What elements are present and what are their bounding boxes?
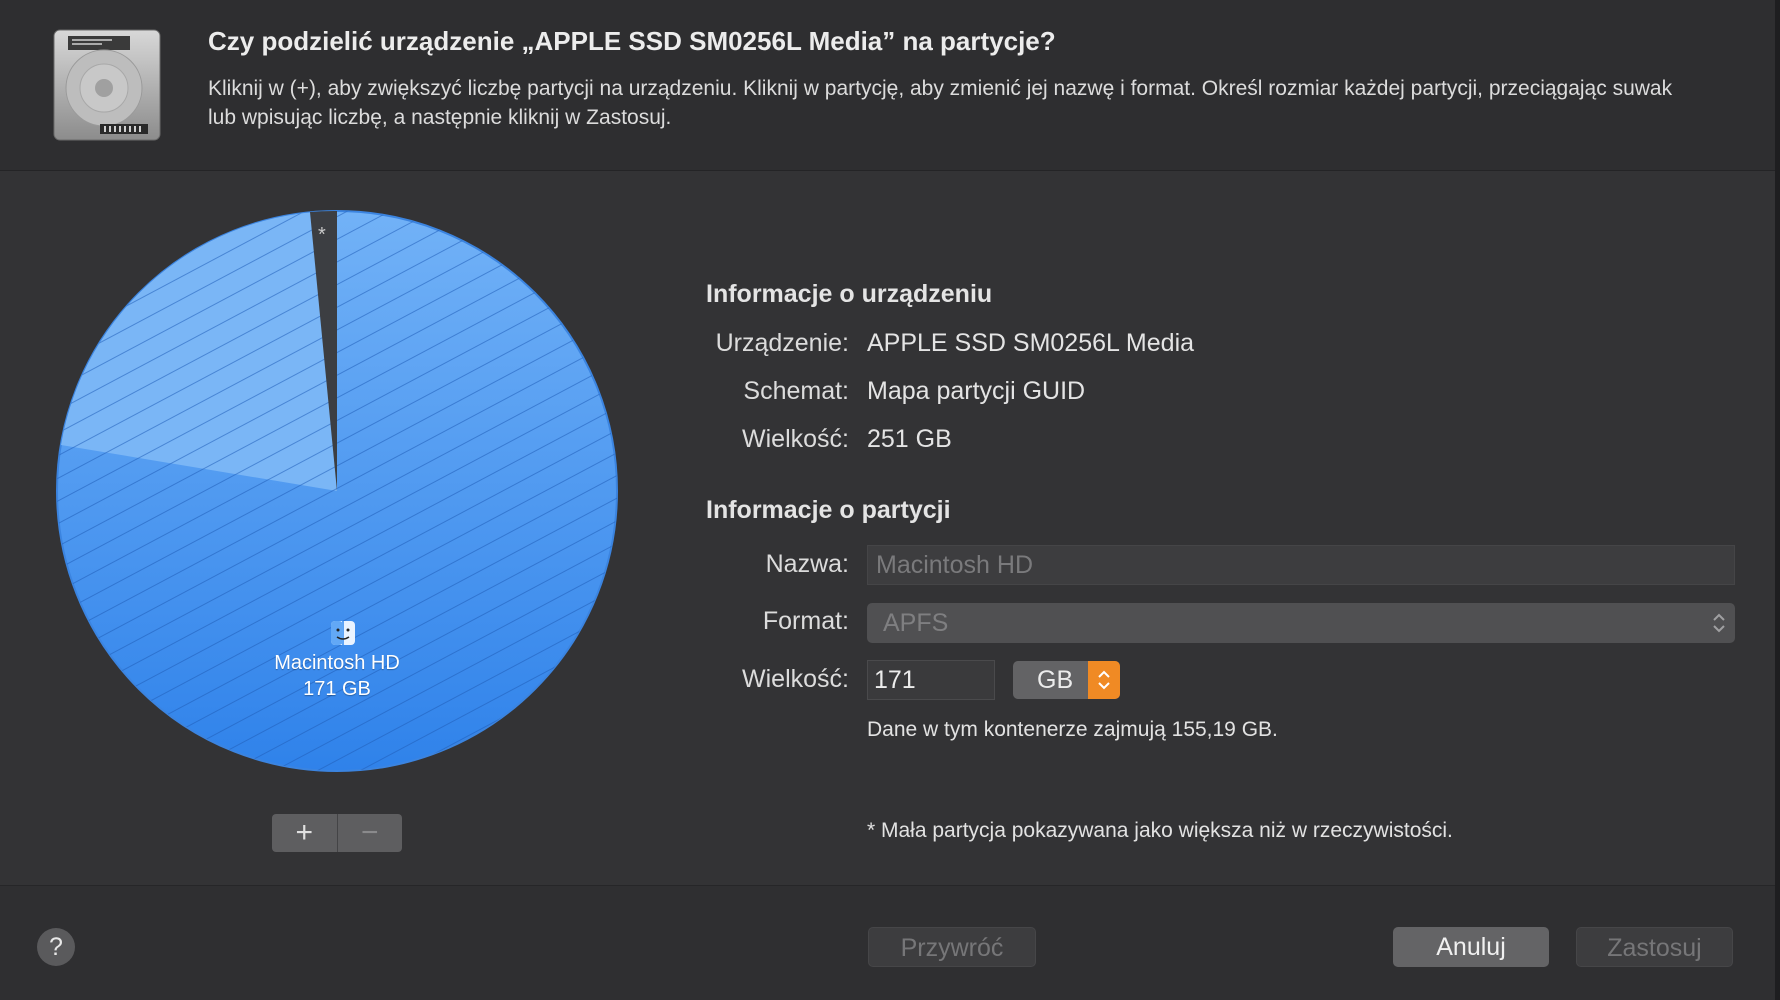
dialog-header: Czy podzielić urządzenie „APPLE SSD SM02… — [0, 0, 1780, 171]
size-unit-select[interactable]: GB — [1013, 661, 1120, 699]
restore-button[interactable]: Przywróć — [868, 927, 1036, 967]
pie-volume-size: 171 GB — [303, 678, 371, 700]
hard-disk-icon — [53, 29, 161, 141]
remove-partition-button[interactable]: − — [336, 814, 403, 852]
format-label: Format: — [762, 607, 849, 635]
small-partition-note: * Mała partycja pokazywana jako większa … — [867, 819, 1453, 842]
partition-pie-chart[interactable]: * Macintosh HD 171 GB — [54, 208, 620, 774]
container-usage-note: Dane w tym kontenerze zajmują 155,19 GB. — [867, 718, 1278, 741]
partition-size-label: Wielkość: — [742, 665, 849, 693]
finder-icon — [331, 621, 355, 645]
small-partition-asterisk: * — [318, 224, 326, 246]
partition-size-input[interactable]: 171 — [867, 660, 995, 700]
device-value: APPLE SSD SM0256L Media — [867, 329, 1195, 357]
pie-volume-name: Macintosh HD — [274, 652, 400, 674]
device-info-heading: Informacje o urządzeniu — [706, 280, 993, 308]
scheme-label: Schemat: — [743, 377, 849, 405]
scheme-value: Mapa partycji GUID — [867, 377, 1086, 405]
dialog-title: Czy podzielić urządzenie „APPLE SSD SM02… — [208, 26, 1056, 56]
cancel-button[interactable]: Anuluj — [1393, 927, 1549, 967]
device-size-label: Wielkość: — [742, 425, 849, 453]
add-partition-button[interactable]: + — [272, 814, 337, 852]
device-label: Urządzenie: — [715, 329, 849, 357]
apply-button[interactable]: Zastosuj — [1576, 927, 1733, 967]
size-unit-value: GB — [1037, 666, 1074, 694]
dialog-description: Kliknij w (+), aby zwiększyć liczbę part… — [208, 77, 1673, 129]
updown-chevron-icon — [1713, 613, 1725, 633]
format-select-value: APFS — [883, 609, 949, 637]
help-button[interactable]: ? — [37, 928, 75, 966]
partition-info-heading: Informacje o partycji — [706, 496, 951, 524]
device-size-value: 251 GB — [867, 425, 952, 453]
window-edge — [1775, 0, 1780, 1000]
name-label: Nazwa: — [765, 550, 849, 578]
partition-add-remove-control: + − — [272, 814, 402, 852]
format-select[interactable]: APFS — [867, 603, 1735, 643]
unit-stepper-icon — [1088, 661, 1120, 699]
partition-name-field[interactable]: Macintosh HD — [867, 545, 1735, 585]
